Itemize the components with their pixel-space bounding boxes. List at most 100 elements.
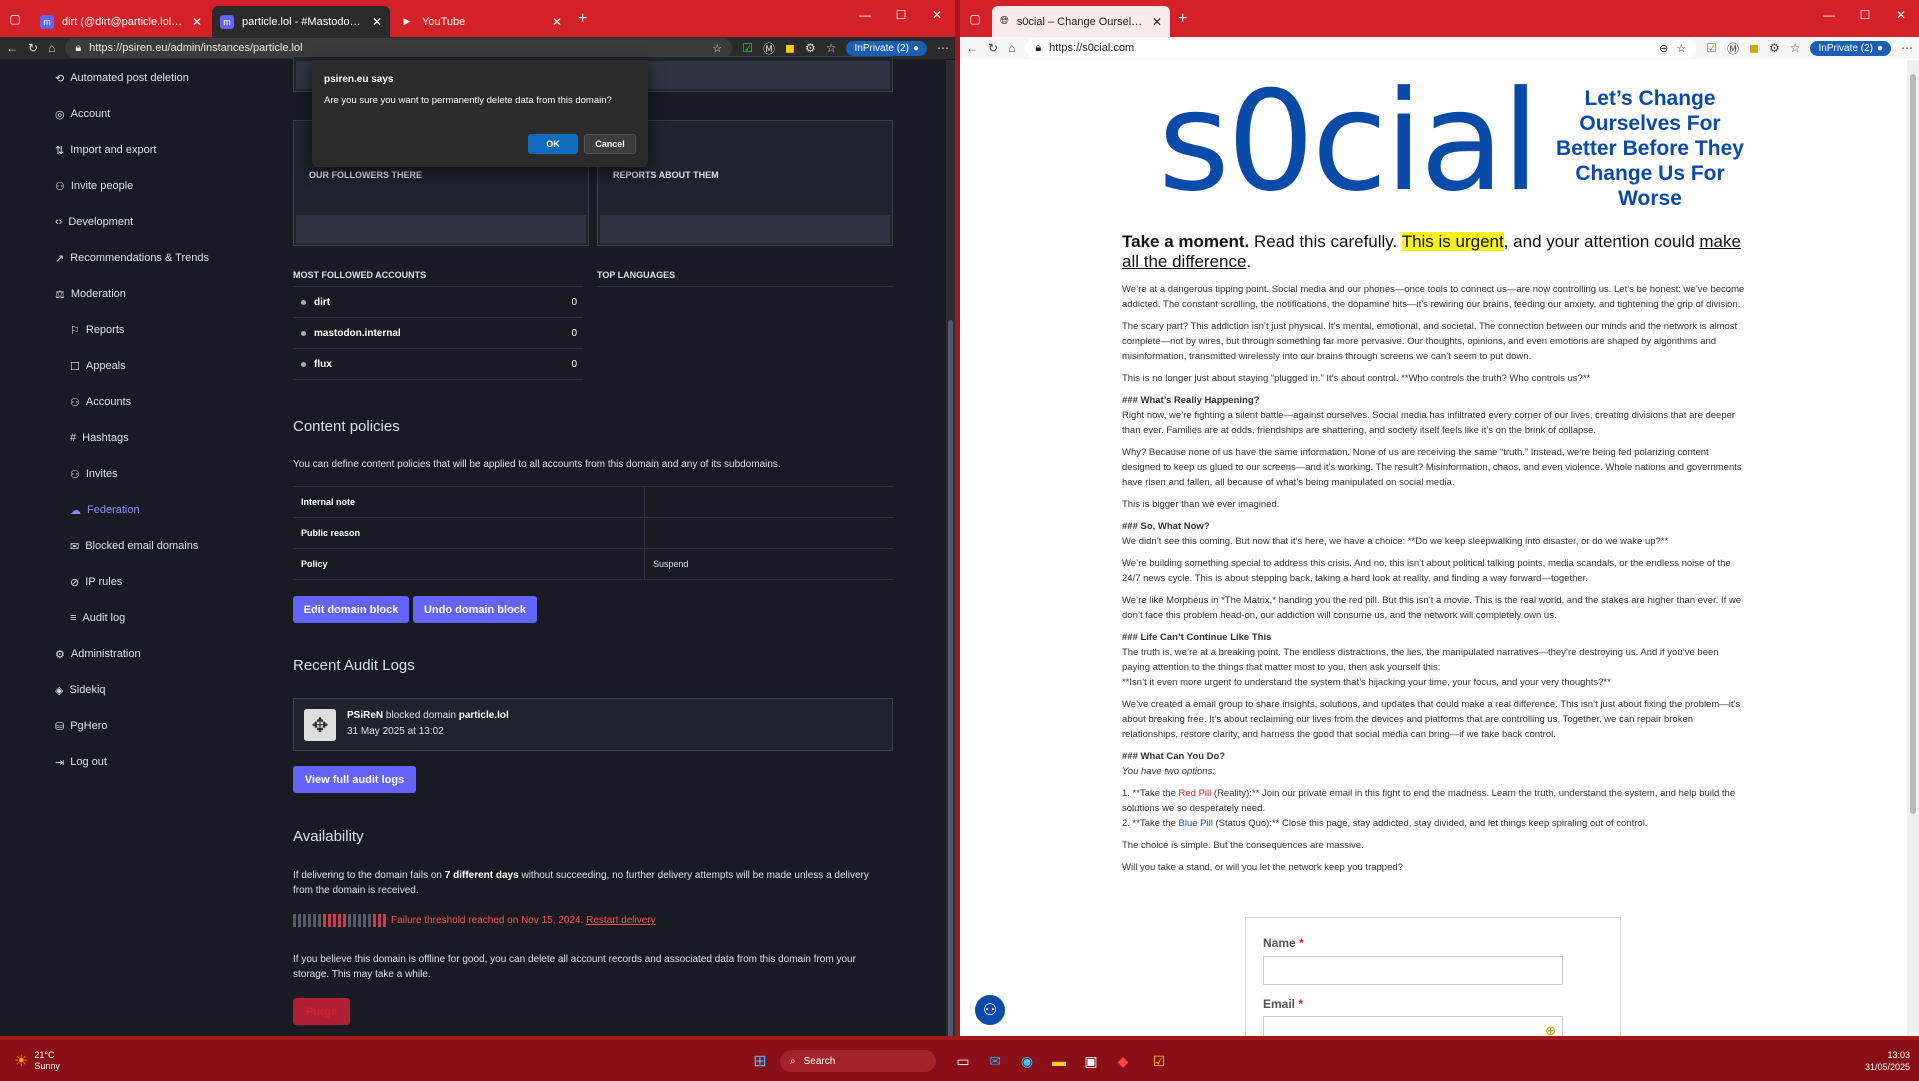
sidebar-item-ip-rules[interactable]: ⊘ IP rules (55, 564, 275, 600)
restart-delivery-link[interactable]: Restart delivery (586, 915, 655, 926)
tab-particle[interactable]: m particle.lol - #MastodonSpyBallo ✕ (212, 6, 390, 37)
inprivate-badge[interactable]: InPrivate (2) ● (1810, 40, 1891, 56)
scrollbar[interactable] (1907, 60, 1919, 1040)
sidebar-item-automated-deletion[interactable]: ⟲ Automated post deletion (55, 60, 275, 96)
file-explorer-icon[interactable]: ▬ (1047, 1050, 1071, 1072)
start-icon[interactable]: ⊞ (748, 1050, 772, 1072)
reader-icon[interactable]: ⊖ (1659, 42, 1668, 55)
weather-widget[interactable]: ☀ 21°C Sunny (14, 1050, 60, 1072)
sidebar-item-administration[interactable]: ⚙ Administration (55, 636, 275, 672)
minimize-icon[interactable]: — (847, 8, 883, 22)
sidebar-item-appeals[interactable]: ☐ Appeals (55, 348, 275, 384)
tab-dirt[interactable]: m dirt (@dirt@particle.lol) - #Mastodon … (32, 6, 210, 37)
sidebar-item-invites[interactable]: ⚇ Invites (55, 456, 275, 492)
sidebar-item-reports[interactable]: ⚐ Reports (55, 312, 275, 348)
close-tab-icon[interactable]: ✕ (1152, 15, 1162, 29)
favorite-star-icon[interactable]: ☆ (1676, 42, 1686, 55)
site-logo[interactable]: s0cial (1158, 72, 1540, 212)
edge-icon[interactable]: ◉ (1015, 1050, 1039, 1072)
app-diamond-icon[interactable]: ◆ (1111, 1050, 1135, 1072)
most-followed-label: MOST FOLLOWED ACCOUNTS (293, 270, 427, 280)
audit-domain-link[interactable]: particle.lol (459, 710, 509, 721)
view-audit-logs-button[interactable]: View full audit logs (293, 766, 416, 793)
sidebar-item-import-export[interactable]: ⇅ Import and export (55, 132, 275, 168)
audit-user-link[interactable]: PSiReN (347, 710, 383, 721)
address-toolbar: ← ↻ ⌂ 🔒︎ https://s0cial.com ⊖ ☆ ☑ Ⓜ ◼ ⚙ … (960, 37, 1919, 59)
tab-youtube[interactable]: ▶ YouTube ✕ (392, 6, 570, 37)
sidebar-item-invite-people[interactable]: ⚇ Invite people (55, 168, 275, 204)
scrollbar[interactable] (946, 60, 955, 1040)
close-window-icon[interactable]: ✕ (919, 8, 955, 22)
task-view-icon[interactable]: ▭ (951, 1050, 975, 1072)
close-tab-icon[interactable]: ✕ (552, 15, 562, 29)
cloud-icon: ⇅ (55, 144, 65, 157)
more-menu-icon[interactable]: ⋯ (1901, 41, 1913, 55)
extension-check-icon[interactable]: ☑ (742, 41, 753, 55)
store-icon[interactable]: ▣ (1079, 1050, 1103, 1072)
outlook-icon[interactable]: ✉ (983, 1050, 1007, 1072)
ok-button[interactable]: OK (528, 134, 578, 154)
search-icon: ⌕ (790, 1055, 796, 1067)
window-divider[interactable] (955, 0, 960, 1040)
refresh-icon[interactable]: ↻ (988, 41, 998, 55)
list-item[interactable]: flux 0 (293, 349, 583, 380)
sidebar-item-sidekiq[interactable]: ◈ Sidekiq (55, 672, 275, 708)
maximize-icon[interactable]: ☐ (883, 8, 919, 22)
tab-strip: ▢ 🌐︎ s0cial – Change Ourselves For Be ✕ … (960, 0, 1919, 37)
sidebar-item-logout[interactable]: ⇥ Log out (55, 744, 275, 780)
refresh-icon[interactable]: ↻ (28, 41, 38, 55)
cancel-button[interactable]: Cancel (584, 134, 636, 154)
favorite-star-icon[interactable]: ☆ (712, 42, 722, 55)
favorites-icon[interactable]: ☆ (1790, 41, 1801, 55)
tab-s0cial[interactable]: 🌐︎ s0cial – Change Ourselves For Be ✕ (992, 6, 1170, 37)
favorites-icon[interactable]: ☆ (826, 41, 837, 55)
tab-actions-icon[interactable]: ▢ (960, 12, 990, 26)
new-tab-icon[interactable]: + (578, 10, 587, 28)
extensions-icon[interactable]: ⚙ (805, 41, 816, 55)
maximize-icon[interactable]: ☐ (1847, 8, 1883, 22)
home-icon[interactable]: ⌂ (48, 41, 55, 55)
sidebar-item-moderation[interactable]: ⚖ Moderation (55, 276, 275, 312)
accessibility-icon[interactable]: ⚇ (975, 995, 1005, 1025)
extension-icon[interactable]: ◼ (1749, 41, 1759, 55)
close-tab-icon[interactable]: ✕ (372, 15, 382, 29)
address-bar[interactable]: 🔒︎ https://s0cial.com ⊖ ☆ (1025, 38, 1697, 58)
extension-m-icon[interactable]: Ⓜ (763, 40, 775, 57)
sidebar-item-audit-log[interactable]: ≡ Audit log (55, 600, 275, 636)
sidebar-item-recommendations[interactable]: ↗ Recommendations & Trends (55, 240, 275, 276)
name-field[interactable] (1263, 956, 1563, 985)
sidebar-item-account[interactable]: ◎ Account (55, 96, 275, 132)
address-bar[interactable]: 🔒︎ https://psiren.eu/admin/instances/par… (65, 38, 733, 58)
sidebar-item-pghero[interactable]: ⛁ PgHero (55, 708, 275, 744)
back-icon[interactable]: ← (6, 41, 18, 55)
taskbar-search[interactable]: ⌕ Search (780, 1050, 936, 1072)
home-icon[interactable]: ⌂ (1008, 41, 1015, 55)
clock[interactable]: 13:03 31/05/2025 (1860, 1050, 1910, 1072)
extension-check-icon[interactable]: ☑ (1706, 41, 1717, 55)
sidebar-item-accounts[interactable]: ⚇ Accounts (55, 384, 275, 420)
inprivate-badge[interactable]: InPrivate (2) ● (846, 40, 927, 56)
sidebar-item-federation[interactable]: ☁ Federation (55, 492, 275, 528)
taskbar: ☀ 21°C Sunny ⊞ ⌕ Search ▭ ✉ ◉ ▬ ▣ ◆ ☑ 13:0… (0, 1040, 1919, 1081)
extension-m-icon[interactable]: Ⓜ (1727, 40, 1739, 57)
undo-domain-block-button[interactable]: Undo domain block (413, 596, 537, 623)
purge-button[interactable]: Purge (293, 998, 350, 1025)
sidebar-item-hashtags[interactable]: # Hashtags (55, 420, 275, 456)
sidebar-item-blocked-email[interactable]: ✉ Blocked email domains (55, 528, 275, 564)
extensions-icon[interactable]: ⚙ (1769, 41, 1780, 55)
tab-actions-icon[interactable]: ▢ (0, 12, 30, 26)
back-icon[interactable]: ← (966, 41, 978, 55)
section: ### So, What Now? We didn’t see this comi… (1122, 521, 1669, 547)
app-check-icon[interactable]: ☑ (1147, 1050, 1171, 1072)
sidebar-item-development[interactable]: ‹› Development (55, 204, 275, 240)
more-menu-icon[interactable]: ⋯ (937, 41, 949, 55)
list-item[interactable]: dirt 0 (293, 287, 583, 318)
extension-icon[interactable]: ◼ (785, 41, 795, 55)
close-window-icon[interactable]: ✕ (1883, 8, 1919, 22)
list-item[interactable]: mastodon.internal 0 (293, 318, 583, 349)
code-icon: ‹› (55, 216, 63, 228)
edit-domain-block-button[interactable]: Edit domain block (293, 596, 409, 623)
close-tab-icon[interactable]: ✕ (192, 15, 202, 29)
new-tab-icon[interactable]: + (1178, 10, 1187, 28)
minimize-icon[interactable]: — (1811, 8, 1847, 22)
